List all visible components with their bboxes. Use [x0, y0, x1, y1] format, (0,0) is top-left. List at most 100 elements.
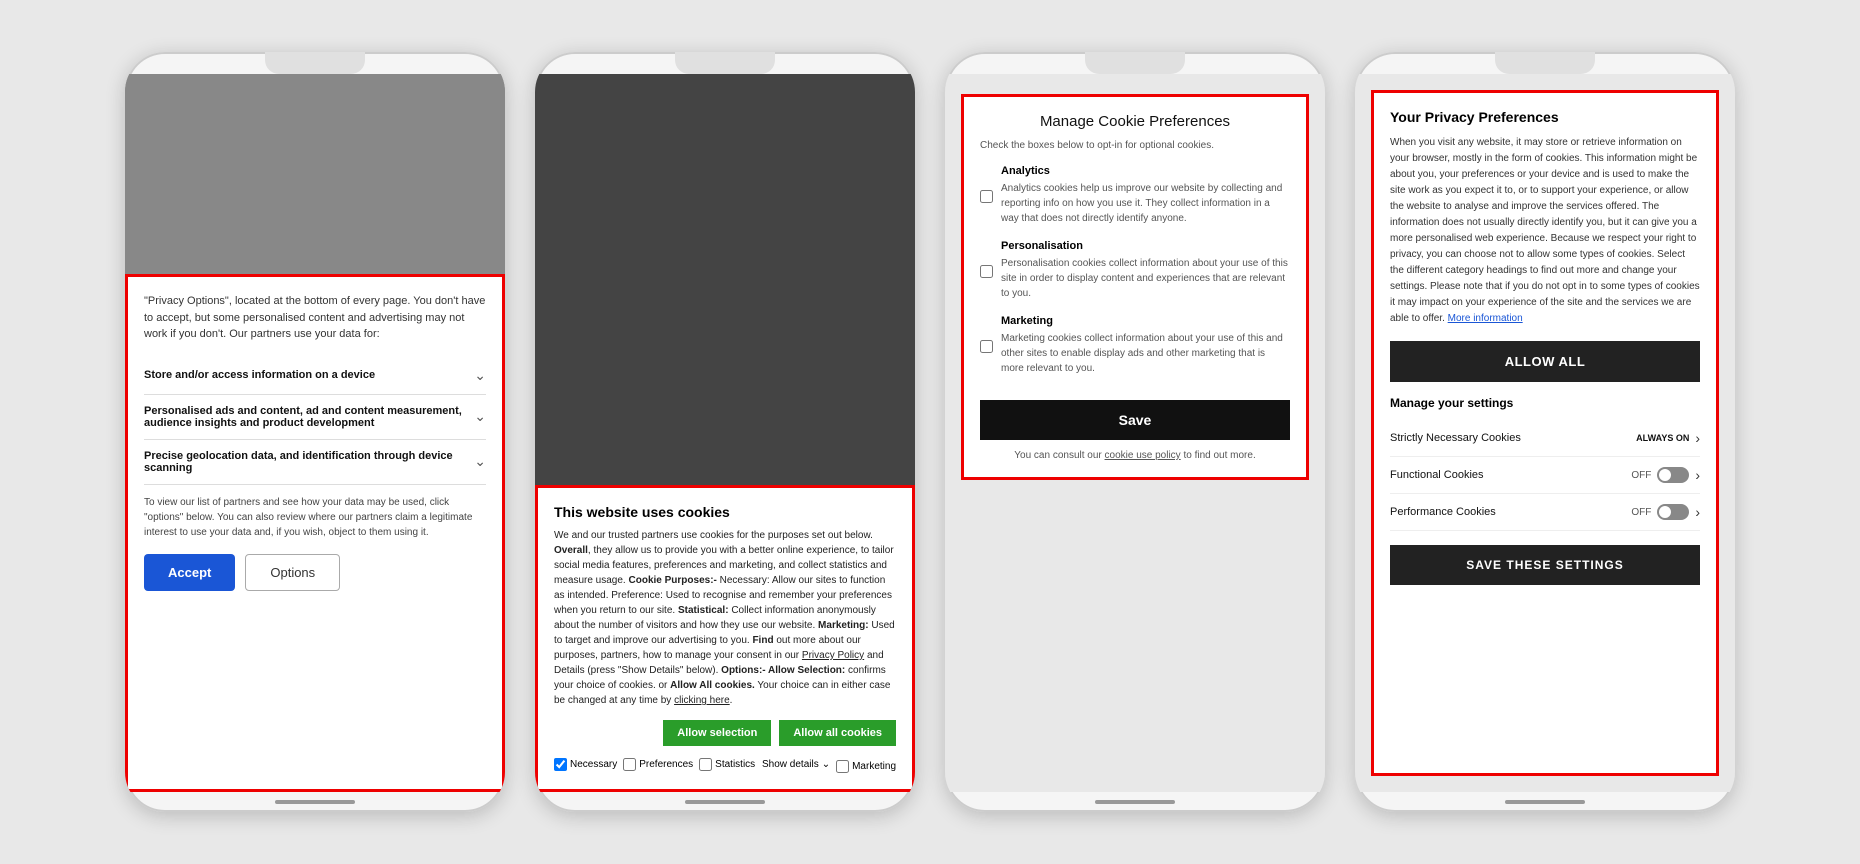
cookie-option-marketing-text: Marketing Marketing cookies collect info… [1001, 315, 1290, 376]
checkbox-personalisation-input[interactable] [980, 242, 993, 301]
cookie-option-marketing-desc: Marketing cookies collect information ab… [1001, 331, 1290, 376]
save-button[interactable]: Save [980, 400, 1290, 440]
performance-right: OFF › [1631, 504, 1700, 520]
cookie-title: This website uses cookies [554, 504, 896, 520]
cookie-option-analytics-label: Analytics [1001, 165, 1290, 177]
phone-3-notch [1085, 52, 1185, 74]
cookie-policy-link[interactable]: cookie use policy [1105, 450, 1181, 461]
phone-4: Your Privacy Preferences When you visit … [1355, 52, 1735, 812]
strictly-necessary-right: ALWAYS ON › [1636, 430, 1700, 446]
cookie-option-personalisation-text: Personalisation Personalisation cookies … [1001, 240, 1290, 301]
checkbox-preferences[interactable]: Preferences [623, 758, 693, 771]
manage-settings-title: Manage your settings [1390, 396, 1700, 410]
checkbox-necessary[interactable]: Necessary [554, 758, 617, 771]
phone-3: Manage Cookie Preferences Check the boxe… [945, 52, 1325, 812]
functional-cookies-label: Functional Cookies [1390, 469, 1484, 481]
functional-toggle[interactable] [1657, 467, 1689, 483]
checkbox-preferences-input[interactable] [623, 758, 636, 771]
checkbox-analytics-input[interactable] [980, 167, 993, 226]
manage-cookie-subtitle: Check the boxes below to opt-in for opti… [980, 140, 1290, 151]
allow-all-cookies-button[interactable]: Allow all cookies [779, 720, 896, 746]
phone-4-bottom [1505, 792, 1585, 812]
cookie-checkboxes: Necessary Preferences Statistics Show de… [554, 756, 896, 773]
settings-row-performance[interactable]: Performance Cookies OFF › [1390, 494, 1700, 531]
cookie-body: We and our trusted partners use cookies … [554, 528, 896, 708]
home-bar-1 [275, 800, 355, 804]
accept-button[interactable]: Accept [144, 554, 235, 591]
phone-1-screen: "Privacy Options", located at the bottom… [125, 74, 505, 792]
phone-4-notch [1495, 52, 1595, 74]
phone-1-bottom [275, 792, 355, 812]
performance-off-label: OFF [1631, 507, 1651, 518]
settings-row-strictly-necessary[interactable]: Strictly Necessary Cookies ALWAYS ON › [1390, 420, 1700, 457]
accordion-label-3: Precise geolocation data, and identifica… [144, 450, 474, 474]
phone-2-bottom [685, 792, 765, 812]
manage-footer-text2: to find out more. [1183, 450, 1255, 461]
phone-3-screen: Manage Cookie Preferences Check the boxe… [945, 74, 1325, 792]
cookie-consent-box: This website uses cookies We and our tru… [535, 485, 915, 792]
phone-1-buttons: Accept Options [144, 554, 486, 591]
chevron-right-icon-3: › [1695, 504, 1700, 520]
checkbox-marketing-manage-input[interactable] [980, 317, 993, 376]
accordion-label-1: Store and/or access information on a dev… [144, 369, 474, 381]
functional-right: OFF › [1631, 467, 1700, 483]
chevron-right-icon-1: › [1695, 430, 1700, 446]
settings-row-functional[interactable]: Functional Cookies OFF › [1390, 457, 1700, 494]
chevron-down-icon-2: ⌄ [474, 408, 486, 425]
accordion-label-2: Personalised ads and content, ad and con… [144, 405, 474, 429]
home-bar-4 [1505, 800, 1585, 804]
cookie-option-personalisation-desc: Personalisation cookies collect informat… [1001, 256, 1290, 301]
cookie-option-marketing-label: Marketing [1001, 315, 1290, 327]
phone-1-cookie-panel: "Privacy Options", located at the bottom… [125, 274, 505, 792]
cookie-body-text-1: We and our trusted partners use cookies … [554, 530, 895, 706]
show-details[interactable]: Show details ⌄ [762, 759, 830, 770]
privacy-body-text: When you visit any website, it may store… [1390, 137, 1700, 324]
performance-toggle[interactable] [1657, 504, 1689, 520]
show-details-label: Show details [762, 759, 819, 770]
cookie-option-personalisation: Personalisation Personalisation cookies … [980, 240, 1290, 301]
home-bar-2 [685, 800, 765, 804]
checkbox-necessary-label: Necessary [570, 759, 617, 770]
privacy-box: Your Privacy Preferences When you visit … [1371, 90, 1719, 776]
chevron-down-icon-3: ⌄ [474, 453, 486, 470]
allow-selection-button[interactable]: Allow selection [663, 720, 771, 746]
chevron-down-icon-1: ⌄ [474, 367, 486, 384]
always-on-badge: ALWAYS ON [1636, 433, 1689, 443]
phone-1-intro-text: "Privacy Options", located at the bottom… [144, 293, 486, 343]
checkbox-statistics-label: Statistics [715, 759, 755, 770]
cookie-option-marketing: Marketing Marketing cookies collect info… [980, 315, 1290, 376]
privacy-title: Your Privacy Preferences [1390, 109, 1700, 125]
manage-cookie-title: Manage Cookie Preferences [980, 113, 1290, 130]
functional-off-label: OFF [1631, 470, 1651, 481]
checkbox-marketing[interactable]: Marketing [836, 760, 896, 773]
chevron-right-icon-2: › [1695, 467, 1700, 483]
manage-footer: You can consult our cookie use policy to… [980, 450, 1290, 461]
accordion-item-1[interactable]: Store and/or access information on a dev… [144, 357, 486, 395]
phone-3-bottom [1095, 792, 1175, 812]
cookie-buttons: Allow selection Allow all cookies [554, 720, 896, 746]
phone-2-notch [675, 52, 775, 74]
phone-1-notch [265, 52, 365, 74]
allow-all-button[interactable]: ALLOW ALL [1390, 341, 1700, 382]
phone-1: "Privacy Options", located at the bottom… [125, 52, 505, 812]
save-settings-button[interactable]: SAVE THESE SETTINGS [1390, 545, 1700, 585]
checkbox-marketing-input[interactable] [836, 760, 849, 773]
manage-cookie-box: Manage Cookie Preferences Check the boxe… [961, 94, 1309, 480]
phone-4-screen: Your Privacy Preferences When you visit … [1355, 74, 1735, 792]
options-button[interactable]: Options [245, 554, 340, 591]
more-information-link[interactable]: More information [1448, 313, 1523, 324]
checkbox-necessary-input[interactable] [554, 758, 567, 771]
cookie-option-personalisation-label: Personalisation [1001, 240, 1290, 252]
phones-container: "Privacy Options", located at the bottom… [85, 12, 1775, 852]
checkbox-statistics-input[interactable] [699, 758, 712, 771]
cookie-option-analytics-desc: Analytics cookies help us improve our we… [1001, 181, 1290, 226]
checkbox-marketing-label: Marketing [852, 761, 896, 772]
accordion-item-2[interactable]: Personalised ads and content, ad and con… [144, 395, 486, 440]
checkbox-statistics[interactable]: Statistics [699, 758, 755, 771]
manage-footer-text: You can consult our [1014, 450, 1101, 461]
strictly-necessary-label: Strictly Necessary Cookies [1390, 432, 1521, 444]
phone-2-screen: This website uses cookies We and our tru… [535, 74, 915, 792]
accordion-item-3[interactable]: Precise geolocation data, and identifica… [144, 440, 486, 485]
performance-cookies-label: Performance Cookies [1390, 506, 1496, 518]
phone-2: This website uses cookies We and our tru… [535, 52, 915, 812]
